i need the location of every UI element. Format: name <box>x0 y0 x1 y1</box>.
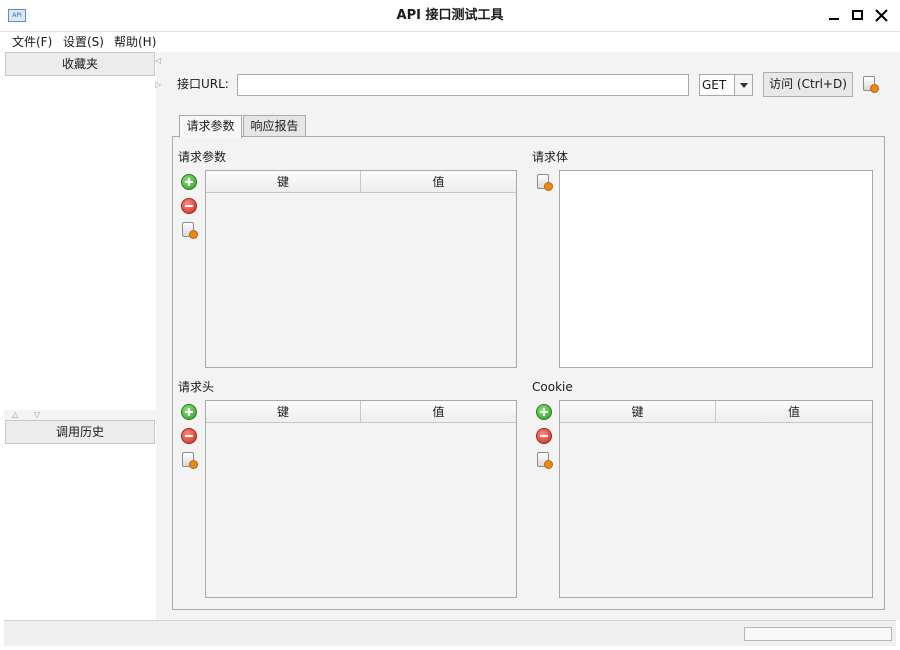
url-input[interactable] <box>237 74 689 96</box>
splitter-down-icon[interactable]: ▽ <box>34 410 40 419</box>
tab-request-params[interactable]: 请求参数 <box>179 115 242 138</box>
remove-header-icon[interactable] <box>181 428 197 444</box>
params-value-header[interactable]: 值 <box>361 171 516 193</box>
visit-button[interactable]: 访问 (Ctrl+D) <box>763 72 853 97</box>
clear-params-icon[interactable] <box>181 222 198 239</box>
cookie-title: Cookie <box>532 380 573 394</box>
cookie-key-header[interactable]: 键 <box>560 401 716 423</box>
window-title: API 接口测试工具 <box>396 8 504 23</box>
add-param-icon[interactable] <box>181 174 197 190</box>
collapse-left-icon[interactable]: ◁ <box>155 56 161 65</box>
params-title: 请求参数 <box>178 150 227 164</box>
cookie-table[interactable]: 键 值 <box>559 400 873 598</box>
splitter-up-icon[interactable]: △ <box>12 410 18 419</box>
method-value: GET <box>702 78 727 92</box>
splitter[interactable] <box>4 410 156 420</box>
remove-param-icon[interactable] <box>181 198 197 214</box>
params-table-header: 键 值 <box>206 171 516 193</box>
cookie-value-header[interactable]: 值 <box>716 401 872 423</box>
title-bar: API 接口测试工具 API <box>0 0 900 32</box>
remove-cookie-icon[interactable] <box>536 428 552 444</box>
clear-headers-icon[interactable] <box>181 452 198 469</box>
params-key-header[interactable]: 键 <box>206 171 361 193</box>
clear-url-icon[interactable] <box>862 76 879 93</box>
favorites-header[interactable]: 收藏夹 <box>5 52 155 76</box>
close-icon[interactable] <box>872 6 892 26</box>
params-table[interactable]: 键 值 <box>205 170 517 368</box>
favorites-list[interactable] <box>5 76 155 414</box>
headers-table-header: 键 值 <box>206 401 516 423</box>
menu-help[interactable]: 帮助(H) <box>114 32 156 52</box>
url-label: 接口URL: <box>177 77 229 91</box>
menu-bar: 文件(F) 设置(S) 帮助(H) <box>0 32 900 52</box>
clear-cookies-icon[interactable] <box>536 452 553 469</box>
status-bar <box>4 620 896 646</box>
maximize-icon[interactable] <box>848 6 868 26</box>
cookie-table-header: 键 值 <box>560 401 872 423</box>
headers-table[interactable]: 键 值 <box>205 400 517 598</box>
menu-settings[interactable]: 设置(S) <box>63 32 104 52</box>
chevron-down-icon[interactable] <box>734 75 752 95</box>
sidebar: 收藏夹 △ ▽ △ ▽ 调用历史 <box>4 52 156 620</box>
expand-right-icon[interactable]: ▷ <box>155 80 161 89</box>
history-header[interactable]: 调用历史 <box>5 420 155 444</box>
add-header-icon[interactable] <box>181 404 197 420</box>
headers-value-header[interactable]: 值 <box>361 401 516 423</box>
body-textarea[interactable] <box>559 170 873 368</box>
menu-file[interactable]: 文件(F) <box>12 32 52 52</box>
minimize-icon[interactable] <box>824 6 844 26</box>
headers-title: 请求头 <box>178 380 215 394</box>
body-title: 请求体 <box>532 150 569 164</box>
tab-response-report[interactable]: 响应报告 <box>243 115 306 137</box>
history-list[interactable] <box>5 444 155 620</box>
clear-body-icon[interactable] <box>536 174 553 191</box>
method-select[interactable]: GET <box>699 74 753 96</box>
headers-key-header[interactable]: 键 <box>206 401 361 423</box>
status-progress-bar <box>744 627 892 641</box>
app-icon: API <box>8 9 26 22</box>
add-cookie-icon[interactable] <box>536 404 552 420</box>
